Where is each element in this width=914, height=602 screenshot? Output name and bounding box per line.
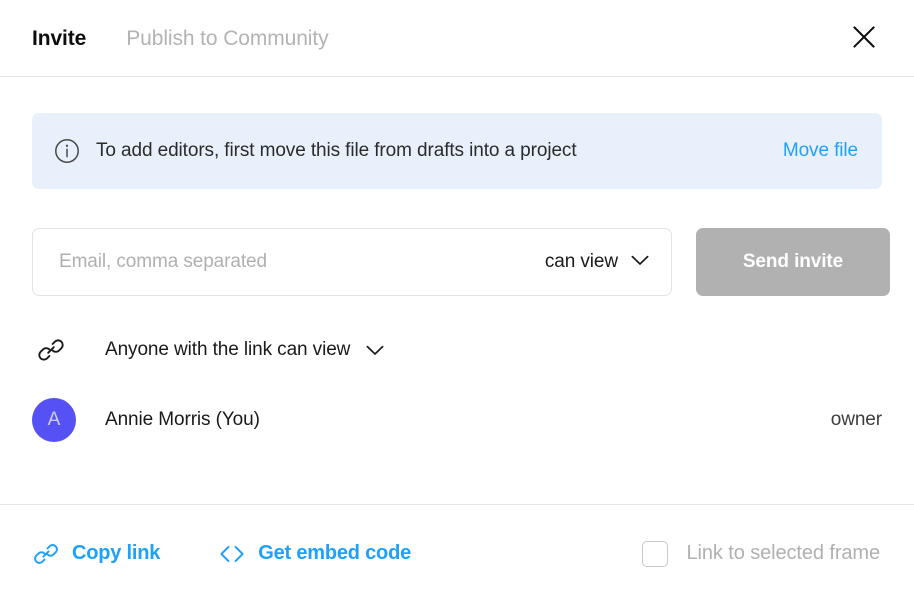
link-access-label: Anyone with the link can view [105, 339, 351, 360]
tab-bar: Invite Publish to Community [32, 28, 329, 49]
copy-link-label: Copy link [72, 542, 161, 564]
link-chain-icon [32, 335, 76, 365]
link-to-selected-frame-checkbox[interactable] [641, 540, 668, 567]
email-input-container[interactable]: can view [32, 228, 672, 296]
link-access-row[interactable]: Anyone with the link can view [32, 330, 882, 370]
dialog-footer: Copy link Get embed code Link to selecte… [0, 504, 914, 602]
move-file-link[interactable]: Move file [783, 140, 858, 162]
email-input[interactable] [59, 251, 531, 273]
info-circle-icon [54, 138, 80, 164]
avatar: A [32, 398, 76, 442]
tab-publish-to-community[interactable]: Publish to Community [126, 28, 328, 49]
share-dialog: Invite Publish to Community To add edito… [0, 0, 914, 602]
member-row[interactable]: A Annie Morris (You) owner [32, 396, 882, 444]
member-role: owner [830, 409, 882, 430]
close-button[interactable] [844, 18, 884, 58]
invite-permission-label: can view [544, 251, 618, 272]
tab-invite[interactable]: Invite [32, 28, 86, 49]
link-chain-icon [32, 540, 60, 568]
code-brackets-icon [218, 543, 246, 565]
member-name: Annie Morris (You) [105, 409, 260, 430]
close-icon [850, 23, 878, 54]
dialog-body: To add editors, first move this file fro… [0, 77, 914, 504]
link-to-selected-frame-label: Link to selected frame [686, 542, 881, 564]
get-embed-code-button[interactable]: Get embed code [218, 542, 411, 565]
chevron-down-icon [631, 253, 649, 271]
info-banner-message: To add editors, first move this file fro… [96, 140, 577, 161]
send-invite-button[interactable]: Send invite [696, 228, 890, 296]
link-to-selected-frame-control[interactable]: Link to selected frame [641, 540, 881, 567]
dialog-header: Invite Publish to Community [0, 0, 914, 77]
copy-link-button[interactable]: Copy link [32, 540, 160, 568]
info-banner: To add editors, first move this file fro… [32, 113, 882, 189]
get-embed-code-label: Get embed code [258, 542, 412, 564]
invite-row: can view Send invite [32, 228, 890, 296]
invite-permission-dropdown[interactable]: can view [531, 251, 649, 273]
chevron-down-icon [366, 345, 384, 356]
